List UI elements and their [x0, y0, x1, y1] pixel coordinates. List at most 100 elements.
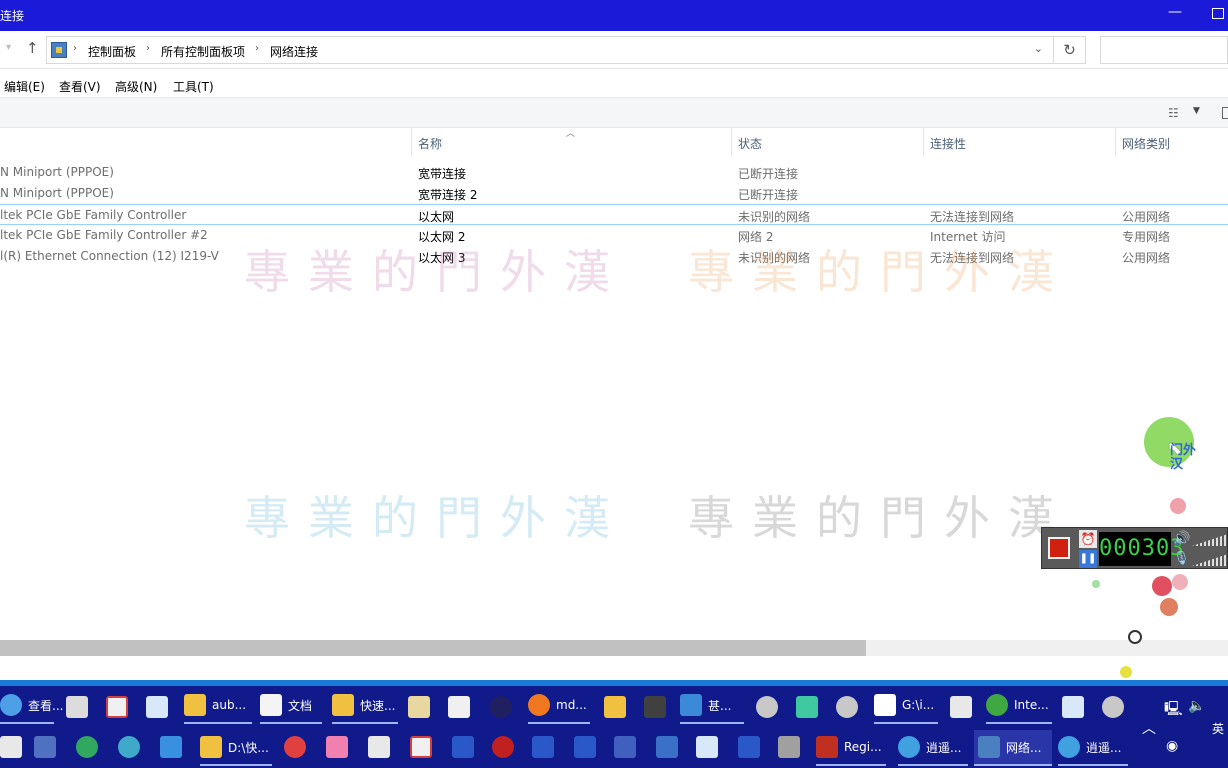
taskbar-label: 逍遥...	[926, 740, 962, 755]
recent-locations-chevron-icon[interactable]: ▾	[6, 42, 11, 53]
app-icon[interactable]	[452, 736, 474, 758]
app-icon[interactable]	[656, 736, 678, 758]
app-icon[interactable]	[1062, 696, 1084, 718]
folder-icon	[332, 694, 354, 716]
taskbar-registry[interactable]: Regi...	[816, 730, 886, 766]
taskbar-folder-quick[interactable]: 快速...	[332, 688, 398, 724]
header-name[interactable]: 名称	[418, 135, 442, 152]
taskbar-internet[interactable]: Inte...	[986, 688, 1052, 724]
speaker-icon[interactable]: 🔊	[1173, 531, 1190, 547]
tray-expand-icon[interactable]: ︿	[1142, 718, 1156, 738]
search-app-icon[interactable]	[408, 696, 430, 718]
address-dropdown-icon[interactable]: ⌄	[1034, 42, 1043, 55]
taskbar-doc[interactable]: 文档	[260, 688, 322, 724]
app-icon[interactable]	[146, 696, 168, 718]
emulator-icon	[898, 736, 920, 758]
app-icon[interactable]	[448, 696, 470, 718]
taskbar-label: Regi...	[844, 740, 882, 754]
breadcrumb-separator-icon[interactable]: ›	[146, 43, 150, 54]
header-status[interactable]: 状态	[738, 135, 762, 152]
calendar-icon[interactable]	[0, 736, 22, 758]
input-language[interactable]: 英	[1212, 720, 1224, 737]
taskbar-network-connections[interactable]: 网络...	[974, 730, 1052, 766]
app-icon[interactable]	[614, 736, 636, 758]
taskbar-md[interactable]: md...	[528, 688, 590, 724]
refresh-button[interactable]: ↻	[1054, 36, 1086, 64]
microphone-icon[interactable]: 🎙	[1173, 551, 1190, 566]
app-icon[interactable]	[410, 736, 432, 758]
decor-bubble	[1160, 598, 1178, 616]
taskbar-7zip[interactable]: G:\i...	[874, 688, 938, 724]
taskbar-xiaoyao-2[interactable]: 逍遥...	[1058, 730, 1128, 766]
app-icon[interactable]	[66, 696, 88, 718]
breadcrumb-control-panel[interactable]: 控制面板	[88, 43, 136, 60]
app-icon[interactable]	[756, 696, 778, 718]
pause-button[interactable]: ❚❚	[1079, 550, 1097, 568]
view-dropdown-icon[interactable]: ▼	[1193, 106, 1200, 116]
app-icon[interactable]	[778, 736, 800, 758]
app-icon[interactable]	[1102, 696, 1124, 718]
breadcrumb-network-connections[interactable]: 网络连接	[270, 43, 318, 60]
address-bar[interactable]: › 控制面板 › 所有控制面板项 › 网络连接 ⌄	[46, 36, 1054, 64]
folder-icon[interactable]	[604, 696, 626, 718]
status-bar	[0, 656, 1228, 680]
film-icon[interactable]	[644, 696, 666, 718]
app-icon[interactable]	[696, 736, 718, 758]
breadcrumb-all-items[interactable]: 所有控制面板项	[161, 43, 245, 60]
preview-pane-icon[interactable]	[1222, 107, 1228, 119]
app-icon[interactable]	[532, 736, 554, 758]
taskbar-app-viewer[interactable]: 查看...	[0, 688, 63, 724]
menu-view[interactable]: 查看(V)	[59, 78, 101, 95]
menu-advanced[interactable]: 高级(N)	[115, 78, 157, 95]
app-icon[interactable]	[492, 736, 514, 758]
app-icon[interactable]	[836, 696, 858, 718]
app-icon[interactable]	[490, 696, 512, 718]
horizontal-scrollbar[interactable]	[0, 640, 1228, 656]
app-icon[interactable]	[76, 736, 98, 758]
connection-row[interactable]: N Miniport (PPPOE) 宽带连接 已断开连接	[0, 162, 1228, 183]
column-divider[interactable]	[1115, 128, 1116, 156]
scrollbar-thumb[interactable]	[0, 640, 866, 656]
menu-tools[interactable]: 工具(T)	[173, 78, 214, 95]
search-input[interactable]	[1100, 36, 1228, 64]
alarm-clock-icon[interactable]: ⏰	[1079, 530, 1097, 548]
maximize-button[interactable]	[1212, 8, 1224, 19]
column-divider[interactable]	[923, 128, 924, 156]
app-icon[interactable]	[160, 736, 182, 758]
up-arrow-icon[interactable]: ↑	[26, 39, 39, 57]
view-options-icon[interactable]: ☷	[1168, 106, 1179, 120]
menu-edit[interactable]: 编辑(E)	[4, 78, 45, 95]
app-icon[interactable]	[326, 736, 348, 758]
column-divider[interactable]	[731, 128, 732, 156]
minimize-button[interactable]: —	[1168, 4, 1182, 20]
taskbar-folder-aub[interactable]: aub...	[184, 688, 252, 724]
taskbar-label: 逍遥...	[1086, 740, 1122, 755]
record-tray-icon[interactable]: ◉	[1166, 738, 1178, 754]
volume-icon[interactable]: 🔈	[1188, 698, 1205, 714]
breadcrumb-separator-icon[interactable]: ›	[255, 43, 259, 54]
taskbar-folder-d[interactable]: D:\快...	[200, 730, 272, 766]
header-connectivity[interactable]: 连接性	[930, 135, 966, 152]
connection-row-selected[interactable]: ltek PCIe GbE Family Controller 以太网 未识别的…	[0, 204, 1228, 225]
app-icon[interactable]	[796, 696, 818, 718]
connection-category: 公用网络	[1122, 251, 1171, 265]
taskbar-app-shen[interactable]: 甚...	[680, 688, 744, 724]
app-icon[interactable]	[950, 696, 972, 718]
app-icon[interactable]	[574, 736, 596, 758]
app-icon[interactable]	[368, 736, 390, 758]
column-divider[interactable]	[411, 128, 412, 156]
app-icon[interactable]	[118, 736, 140, 758]
app-icon[interactable]	[34, 736, 56, 758]
app-icon[interactable]	[106, 696, 128, 718]
network-icon[interactable]: 🖳	[1164, 698, 1183, 722]
watermark-text: 專業的門外漢	[244, 491, 628, 545]
header-category[interactable]: 网络类别	[1122, 135, 1170, 152]
decor-bubble	[1172, 574, 1188, 590]
connection-name: 宽带连接	[418, 167, 467, 181]
chrome-icon[interactable]	[284, 736, 306, 758]
taskbar-xiaoyao-1[interactable]: 逍遥...	[898, 730, 968, 766]
app-icon[interactable]	[738, 736, 760, 758]
breadcrumb-separator-icon[interactable]: ›	[73, 43, 77, 54]
connection-row[interactable]: N Miniport (PPPOE) 宽带连接 2 已断开连接	[0, 183, 1228, 204]
stop-record-button[interactable]	[1048, 537, 1070, 559]
